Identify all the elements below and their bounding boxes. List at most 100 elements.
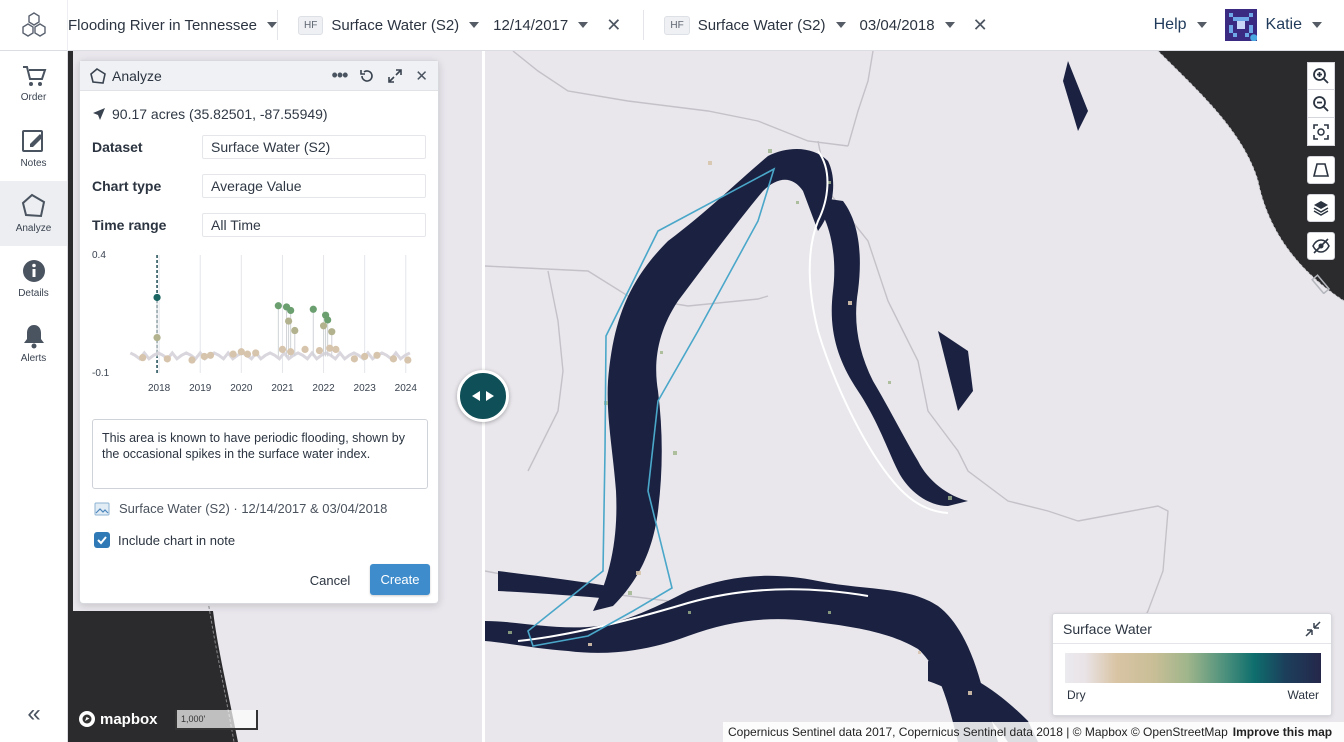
layers-button[interactable]: [1307, 194, 1335, 222]
river-bottom: [485, 575, 998, 742]
dataset-select[interactable]: Surface Water (S2): [202, 134, 426, 159]
time-series-chart[interactable]: 2018 2019 2020 2021 2022 2023 2024 0.4 -0.1: [92, 247, 428, 397]
river-main: [593, 149, 834, 611]
x-tick-label: 2022: [312, 383, 335, 394]
measure-button[interactable]: [1307, 270, 1335, 298]
collapse-icon[interactable]: [1305, 620, 1321, 637]
left-layer-dataset: Surface Water (S2): [331, 16, 460, 34]
location-text: 90.17 acres (35.82501, -87.55949): [112, 106, 328, 122]
rail-item-notes[interactable]: Notes: [0, 116, 67, 181]
map-attribution: Copernicus Sentinel data 2017, Copernicu…: [723, 722, 1344, 742]
create-button[interactable]: Create: [370, 564, 430, 595]
data-point: [153, 293, 161, 302]
attribution-text: Copernicus Sentinel data 2017, Copernicu…: [728, 725, 1228, 739]
app-logo[interactable]: [0, 0, 68, 51]
note-edit-icon: [21, 130, 43, 152]
mapbox-wordmark: mapbox: [100, 710, 158, 728]
swipe-compare-handle[interactable]: [457, 370, 509, 422]
layer-badge: HF: [298, 15, 324, 35]
improve-map-link[interactable]: Improve this map: [1233, 725, 1332, 739]
legend-low-label: Dry: [1067, 688, 1086, 702]
user-menu[interactable]: Katie: [1224, 9, 1322, 41]
include-chart-row[interactable]: Include chart in note: [94, 532, 235, 548]
chevron-down-icon: [1196, 22, 1207, 28]
divider: [277, 10, 278, 40]
data-point: [309, 305, 317, 313]
location-summary: 90.17 acres (35.82501, -87.55949): [80, 91, 438, 127]
collapse-rail-button[interactable]: «: [0, 700, 68, 728]
left-layer-dataset-selector[interactable]: HF Surface Water (S2): [298, 15, 480, 35]
data-point: [291, 326, 299, 335]
field-row-dataset: Dataset Surface Water (S2): [80, 127, 438, 166]
data-point: [274, 302, 282, 310]
data-point: [200, 352, 208, 361]
avatar: [1224, 9, 1257, 41]
data-point: [237, 348, 245, 356]
zoom-in-icon: [1313, 68, 1329, 84]
hexagon-logo-icon: [21, 12, 46, 37]
field-label: Time range: [92, 216, 167, 233]
expand-icon[interactable]: [387, 68, 403, 84]
data-point: [285, 317, 293, 325]
mapbox-logo[interactable]: mapbox: [78, 710, 158, 728]
close-right-layer-icon[interactable]: ✕: [973, 15, 988, 36]
rail-item-order[interactable]: Order: [0, 51, 67, 116]
trapezoid-draw-icon: [1312, 163, 1330, 177]
legend-high-label: Water: [1287, 688, 1319, 702]
polygon-icon: [90, 67, 106, 84]
data-point: [332, 345, 340, 353]
right-layer-dataset-selector[interactable]: HF Surface Water (S2): [664, 15, 846, 35]
rail-item-details[interactable]: Details: [0, 246, 67, 311]
cancel-button[interactable]: Cancel: [300, 567, 360, 593]
reset-icon[interactable]: [359, 68, 375, 84]
chevron-down-icon: [1312, 22, 1322, 28]
x-tick-label: 2021: [271, 383, 294, 394]
visibility-toggle-button[interactable]: [1307, 232, 1335, 260]
left-nav-rail: Order Notes Analyze Details Alerts «: [0, 51, 68, 742]
legend-title: Surface Water: [1063, 620, 1152, 637]
map-tools: [1307, 62, 1335, 298]
include-chart-label: Include chart in note: [118, 532, 236, 548]
rail-item-analyze[interactable]: Analyze: [0, 181, 67, 246]
divider: [643, 10, 645, 40]
arrow-right-icon: [486, 391, 494, 401]
zoom-extent-icon: [1313, 123, 1329, 140]
zoom-to-fit-button[interactable]: [1307, 118, 1335, 146]
include-chart-checkbox[interactable]: [94, 532, 110, 548]
data-point: [243, 350, 252, 358]
panel-title: Analyze: [112, 67, 162, 84]
data-point: [278, 345, 287, 353]
chevron-down-icon: [944, 22, 955, 28]
draw-shape-button[interactable]: [1307, 156, 1335, 184]
note-textarea[interactable]: This area is known to have periodic floo…: [92, 419, 428, 489]
close-left-layer-icon[interactable]: ✕: [606, 15, 621, 36]
x-tick-label: 2024: [395, 383, 418, 394]
right-layer-date-selector[interactable]: 03/04/2018: [860, 17, 955, 34]
rail-item-label: Order: [20, 92, 47, 103]
time-range-select[interactable]: All Time: [202, 212, 426, 237]
data-point: [153, 334, 161, 342]
help-menu[interactable]: Help: [1154, 16, 1207, 34]
user-name: Katie: [1265, 16, 1302, 33]
eye-off-icon: [1312, 238, 1330, 254]
rail-item-label: Details: [18, 288, 49, 299]
chevron-down-icon: [267, 22, 277, 28]
rail-item-alerts[interactable]: Alerts: [0, 311, 67, 376]
close-panel-icon[interactable]: ✕: [415, 67, 428, 85]
data-point: [328, 328, 336, 336]
left-layer-date-selector[interactable]: 12/14/2017: [493, 17, 589, 34]
data-point: [326, 344, 334, 352]
layers-icon: [1313, 201, 1329, 216]
data-point: [163, 355, 171, 363]
zoom-in-button[interactable]: [1307, 62, 1335, 90]
right-layer-date: 03/04/2018: [859, 16, 935, 34]
map-legend: Surface Water Dry Water: [1052, 613, 1332, 716]
field-label: Chart type: [92, 177, 162, 194]
zoom-out-button[interactable]: [1307, 90, 1335, 118]
more-options-icon[interactable]: •••: [332, 65, 349, 86]
rail-item-label: Analyze: [15, 223, 52, 234]
chart-type-select[interactable]: Average Value: [202, 173, 426, 198]
project-selector[interactable]: Flooding River in Tennessee: [68, 17, 277, 34]
right-layer-dataset: Surface Water (S2): [697, 16, 826, 34]
chevron-down-icon: [469, 22, 480, 28]
